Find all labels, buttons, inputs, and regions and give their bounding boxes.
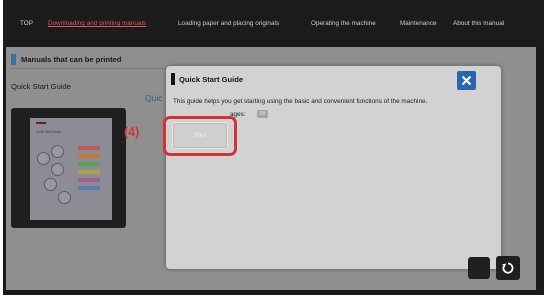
print-button[interactable]: Print	[172, 122, 228, 149]
close-button[interactable]	[457, 71, 476, 90]
cover-circle-icon	[51, 145, 64, 158]
manual-name-label: Quick Start Guide	[11, 82, 71, 91]
nav-item-loading-paper[interactable]: Loading paper and placing originals	[178, 20, 279, 27]
dialog-title-marker	[171, 73, 175, 85]
manual-link-partial[interactable]: Quic	[145, 93, 162, 103]
section-heading: Manuals that can be printed	[11, 53, 121, 65]
quick-start-guide-dialog	[166, 66, 501, 269]
cover-color-stripe	[78, 154, 100, 158]
cover-circle-icon	[44, 178, 57, 191]
top-navigation-bar: TOP Downloading and printing manuals Loa…	[3, 0, 544, 48]
nav-item-downloading-printing[interactable]: Downloading and printing manuals	[48, 20, 146, 27]
nav-item-top[interactable]: TOP	[20, 20, 33, 27]
section-title-text: Manuals that can be printed	[21, 54, 122, 64]
cover-title-text: Quick Start Guide	[36, 130, 62, 134]
brand-logo	[36, 122, 46, 124]
back-arrow-icon	[502, 262, 514, 274]
step-number-label: (4)	[124, 125, 140, 139]
back-button[interactable]	[496, 256, 520, 280]
cover-color-stripe	[78, 170, 100, 174]
cover-circle-icon	[51, 163, 64, 176]
cover-circle-icon	[37, 152, 50, 165]
side-menu-button[interactable]	[468, 257, 490, 279]
dialog-title: Quick Start Guide	[179, 75, 244, 84]
cover-color-stripe	[78, 186, 100, 190]
nav-item-maintenance[interactable]: Maintenance	[400, 20, 437, 27]
cover-color-stripe	[78, 178, 100, 182]
close-icon	[461, 75, 472, 86]
cover-color-stripe	[78, 146, 100, 150]
pages-value: 00	[257, 110, 268, 118]
dialog-description: This guide helps you get starting using …	[173, 98, 428, 105]
section-marker	[11, 53, 16, 65]
cover-circle-icon	[58, 191, 71, 204]
nav-item-about-manual[interactable]: About this manual	[453, 20, 504, 27]
section-divider	[10, 68, 170, 69]
nav-item-operating-machine[interactable]: Operating the machine	[311, 20, 376, 27]
cover-color-stripe	[78, 162, 100, 166]
